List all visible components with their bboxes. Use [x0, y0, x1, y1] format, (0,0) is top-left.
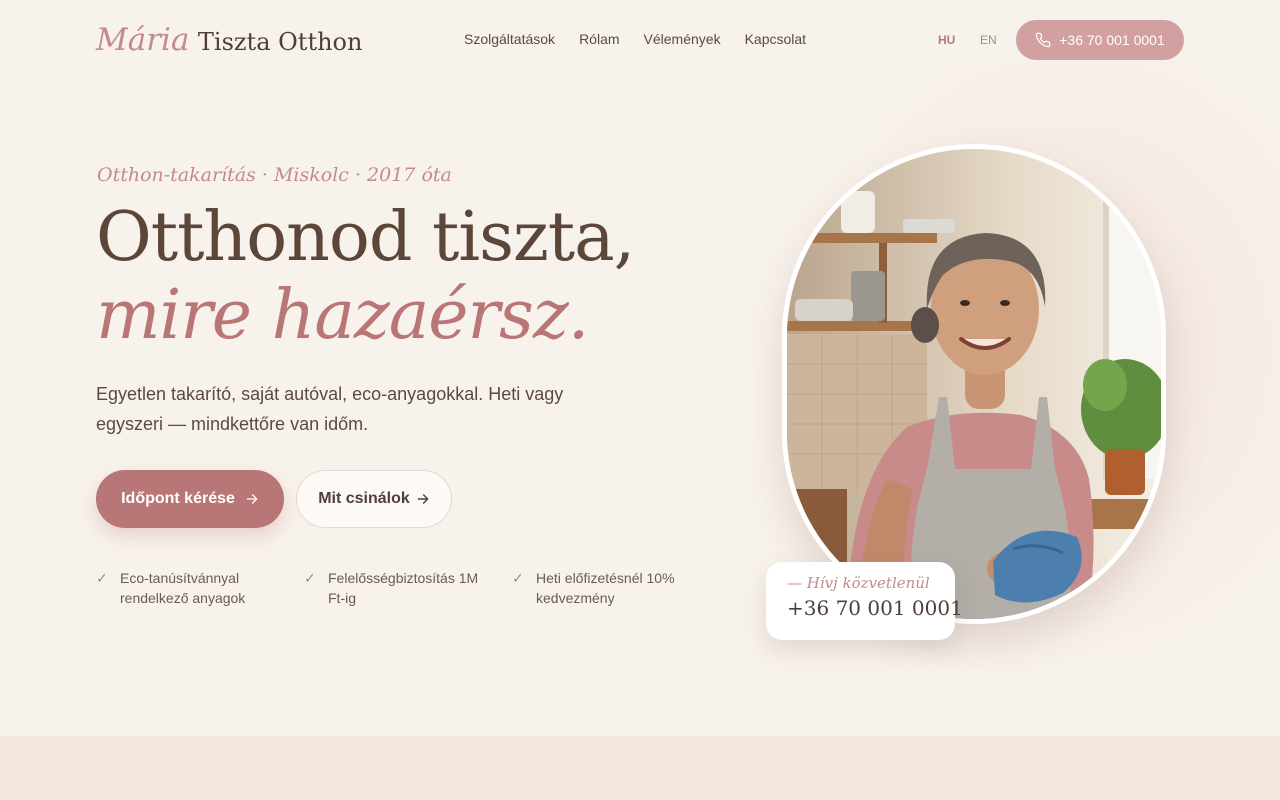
header-phone-button[interactable]: +36 70 001 0001 — [1016, 20, 1184, 60]
what-i-do-button[interactable]: Mit csinálok — [296, 470, 452, 528]
phone-icon — [1036, 32, 1051, 48]
nav-item-about[interactable]: Rólam — [579, 31, 619, 47]
lang-hu-button[interactable]: HU — [938, 33, 955, 47]
check-icon: ✓ — [512, 570, 524, 586]
what-i-do-label: Mit csinálok — [318, 490, 410, 507]
request-appointment-label: Időpont kérése — [121, 490, 235, 507]
main-nav: Szolgáltatások Rólam Vélemények Kapcsola… — [464, 31, 806, 47]
logo-script: Mária — [96, 22, 190, 58]
feature-item: ✓ Eco-tanúsítvánnyal rendelkező anyagok — [96, 568, 286, 608]
feature-item: ✓ Felelősségbiztosítás 1M Ft-ig — [304, 568, 494, 608]
feature-item: ✓ Heti előfizetésnél 10% kedvezmény — [512, 568, 702, 608]
direct-call-card[interactable]: — Hívj közvetlenül +36 70 001 0001 — [766, 562, 963, 640]
header-phone-number: +36 70 001 0001 — [1059, 32, 1165, 48]
feature-text: Heti előfizetésnél 10% kedvezmény — [536, 570, 675, 606]
site-logo[interactable]: Mária Tiszta Otthon — [96, 22, 362, 58]
nav-item-services[interactable]: Szolgáltatások — [464, 31, 555, 47]
hero-eyebrow: Otthon-takarítás · Miskolc · 2017 óta — [97, 164, 452, 186]
feature-text: Felelősségbiztosítás 1M Ft-ig — [328, 570, 479, 606]
request-appointment-button[interactable]: Időpont kérése — [96, 470, 284, 528]
check-icon: ✓ — [304, 570, 316, 586]
portrait-illustration — [787, 149, 1161, 619]
check-icon: ✓ — [96, 570, 108, 586]
nav-item-contact[interactable]: Kapcsolat — [745, 31, 806, 47]
page: Mária Tiszta Otthon Szolgáltatások Rólam… — [0, 0, 1280, 800]
cleaner-portrait — [782, 144, 1166, 624]
next-section-band — [0, 736, 1280, 800]
hero-lead: Egyetlen takarító, saját autóval, eco-an… — [96, 384, 564, 434]
nav-item-reviews[interactable]: Vélemények — [644, 31, 721, 47]
lang-en-button[interactable]: EN — [980, 33, 997, 47]
arrow-right-icon — [246, 494, 258, 504]
arrow-right-icon — [417, 494, 429, 504]
call-card-number[interactable]: +36 70 001 0001 — [787, 596, 963, 620]
hero-headline-line2: mire hazaérsz. — [96, 276, 589, 355]
logo-name: Tiszta Otthon — [197, 28, 363, 56]
hero-headline-line1: Otthonod tiszta, — [96, 198, 635, 277]
feature-text: Eco-tanúsítvánnyal rendelkező anyagok — [120, 570, 246, 606]
call-card-label: — Hívj közvetlenül — [787, 574, 930, 592]
